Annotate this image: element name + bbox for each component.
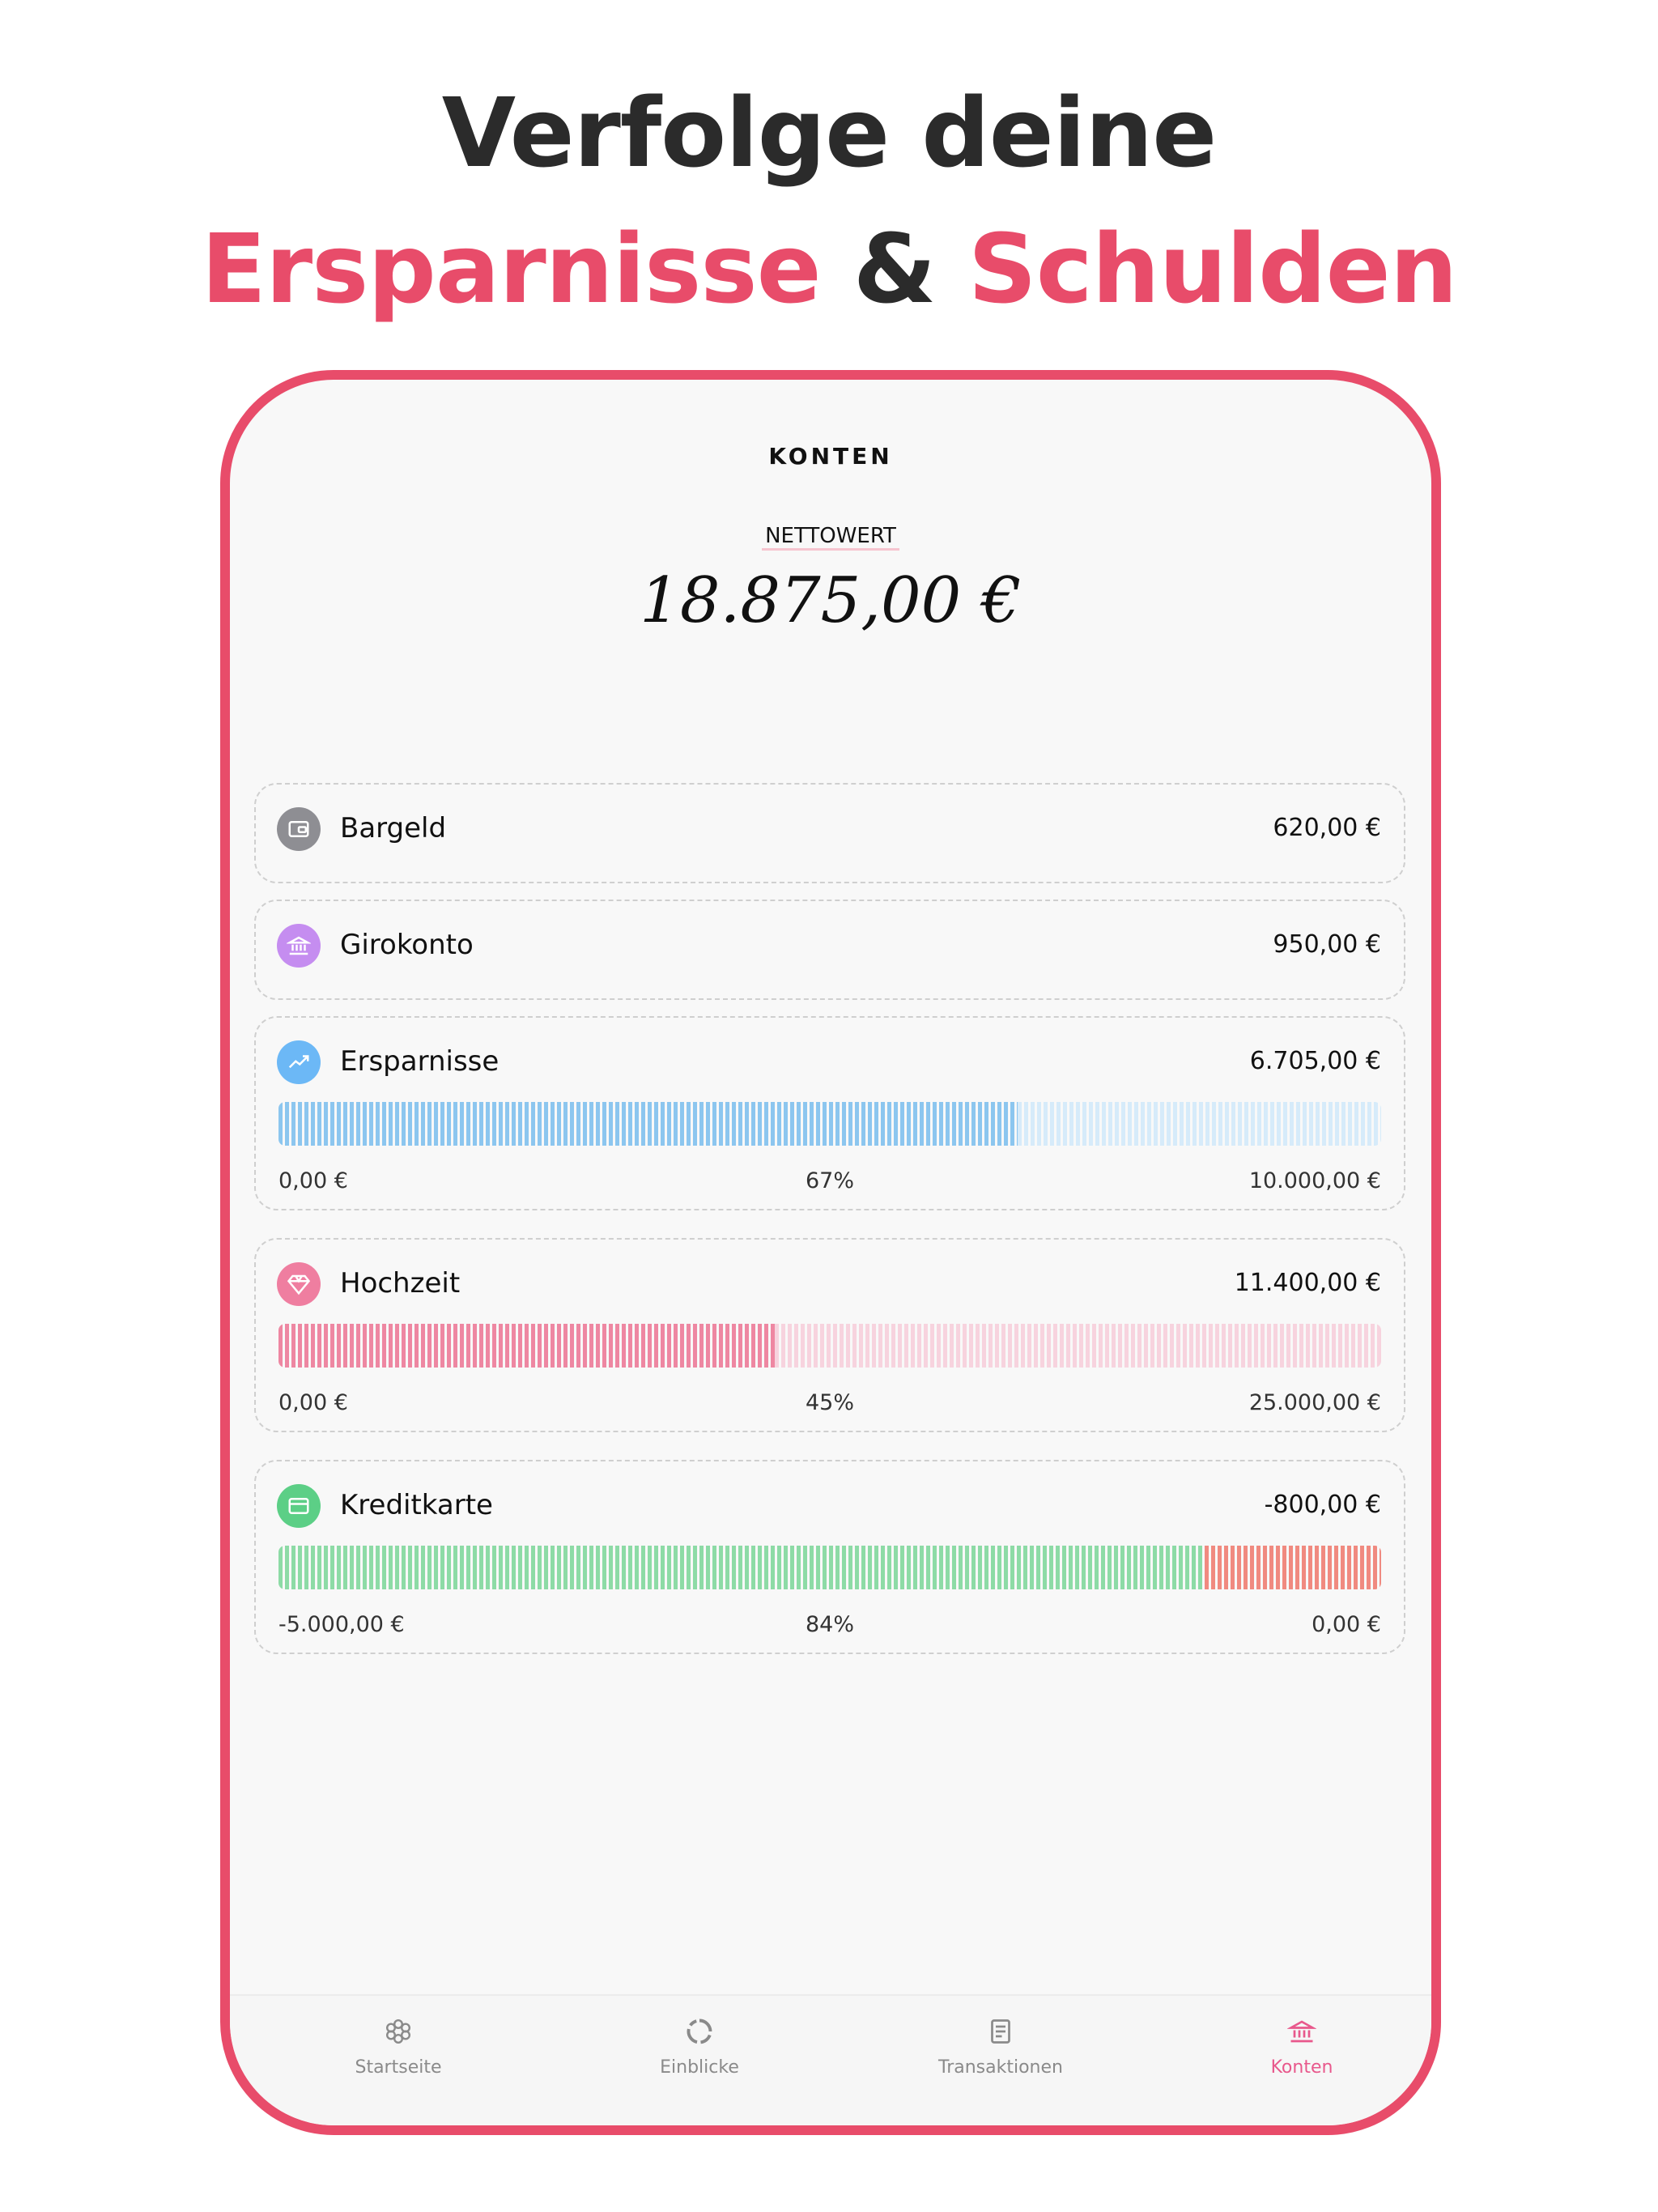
account-amount: 950,00 € <box>1273 930 1381 959</box>
networth-label: NETTOWERT <box>230 524 1431 551</box>
tab-konten[interactable]: Konten <box>1221 1996 1383 2125</box>
progress-labels: -5.000,00 € 84% 0,00 € <box>278 1612 1381 1641</box>
page-title: KONTEN <box>768 443 893 470</box>
progress-labels: 0,00 € 45% 25.000,00 € <box>278 1390 1381 1419</box>
account-amount: 6.705,00 € <box>1249 1047 1381 1075</box>
trend-icon <box>277 1040 321 1084</box>
progress-remainder <box>1205 1546 1381 1589</box>
progress-fill <box>278 1546 1205 1589</box>
progress-fill <box>278 1324 775 1368</box>
bank-icon <box>1287 2020 1316 2043</box>
progress-labels: 0,00 € 67% 10.000,00 € <box>278 1168 1381 1197</box>
diamond-icon <box>277 1262 321 1306</box>
networth-value: 18.875,00 € <box>640 564 1022 637</box>
account-card-bargeld[interactable]: Bargeld 620,00 € <box>254 783 1405 883</box>
ring-chart-icon <box>687 2018 712 2044</box>
tablet-frame: KONTEN NETTOWERT 18.875,00 € Bargeld 620… <box>220 370 1441 2135</box>
progress-fill <box>278 1102 1018 1146</box>
headline-word-debts: Schulden <box>967 213 1458 325</box>
bank-icon <box>277 924 321 968</box>
progress-max: 0,00 € <box>1312 1612 1381 1637</box>
progress-bar <box>278 1102 1381 1146</box>
tab-label: Startseite <box>355 2057 442 2078</box>
headline-line-2: Ersparnisse & Schulden <box>0 201 1658 337</box>
account-name: Girokonto <box>340 929 474 961</box>
account-card-kreditkarte[interactable]: Kreditkarte -800,00 € -5.000,00 € 84% 0,… <box>254 1460 1405 1654</box>
account-amount: 11.400,00 € <box>1234 1269 1381 1297</box>
receipt-icon <box>991 2019 1010 2044</box>
tab-einblicke[interactable]: Einblicke <box>619 1996 780 2125</box>
credit-card-icon <box>277 1484 321 1528</box>
headline-line-1: Verfolge deine <box>441 77 1218 189</box>
progress-bar <box>278 1324 1381 1368</box>
account-name: Bargeld <box>340 812 447 844</box>
progress-percent: 67% <box>805 1168 854 1193</box>
tab-label: Transaktionen <box>938 2057 1063 2078</box>
account-amount: 620,00 € <box>1273 814 1381 842</box>
account-name: Ersparnisse <box>340 1045 500 1078</box>
account-amount: -800,00 € <box>1264 1491 1381 1519</box>
progress-bar <box>278 1546 1381 1589</box>
headline-word-savings: Ersparnisse <box>201 213 821 325</box>
tab-label: Einblicke <box>660 2057 739 2078</box>
account-card-hochzeit[interactable]: Hochzeit 11.400,00 € 0,00 € 45% 25.000,0… <box>254 1238 1405 1432</box>
progress-percent: 45% <box>805 1390 854 1415</box>
progress-percent: 84% <box>805 1612 854 1637</box>
tab-label: Konten <box>1270 2057 1333 2078</box>
account-name: Hochzeit <box>340 1267 461 1300</box>
tab-transaktionen[interactable]: Transaktionen <box>920 1996 1082 2125</box>
progress-max: 10.000,00 € <box>1248 1168 1381 1193</box>
flower-icon <box>385 2018 411 2044</box>
account-card-ersparnisse[interactable]: Ersparnisse 6.705,00 € 0,00 € 67% 10.000… <box>254 1016 1405 1210</box>
progress-remainder <box>774 1324 1381 1368</box>
headline: Verfolge deine Ersparnisse & Schulden <box>0 65 1658 337</box>
tab-startseite[interactable]: Startseite <box>317 1996 479 2125</box>
progress-max: 25.000,00 € <box>1248 1390 1381 1415</box>
account-name: Kreditkarte <box>340 1489 493 1521</box>
wallet-icon <box>277 807 321 851</box>
progress-remainder <box>1017 1102 1381 1146</box>
tab-bar: Startseite Einblicke Transaktionen Konte… <box>230 1994 1431 2125</box>
account-card-girokonto[interactable]: Girokonto 950,00 € <box>254 900 1405 1000</box>
headline-ampersand: & <box>852 213 937 325</box>
